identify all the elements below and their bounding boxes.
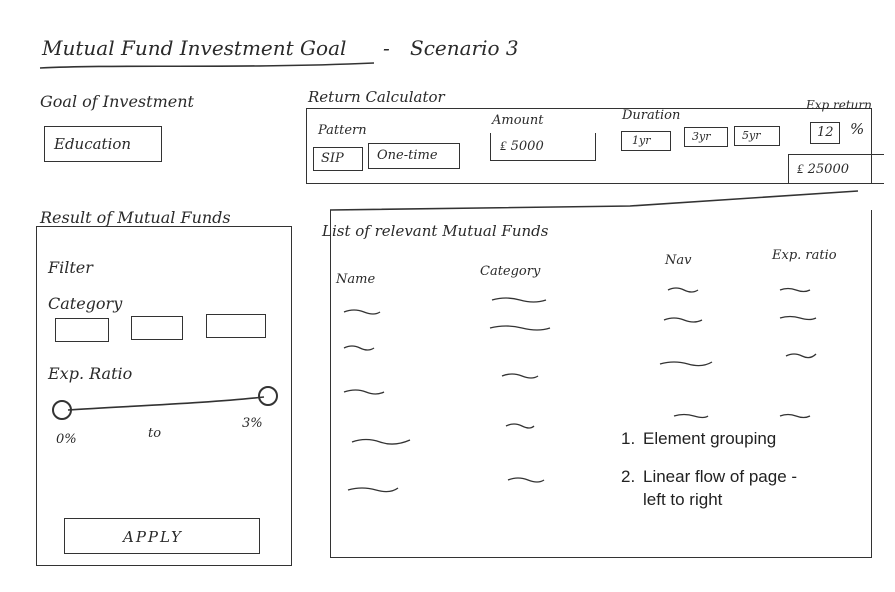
exp-return-input[interactable]: 12 (810, 122, 840, 144)
note-1-text: Element grouping (643, 429, 777, 448)
note-2: 2. Linear flow of page - (621, 466, 797, 488)
table-row (347, 487, 399, 493)
duration-label: Duration (622, 108, 681, 123)
amount-label: Amount (492, 113, 544, 128)
title-dash: - (383, 36, 390, 60)
table-row (779, 315, 817, 321)
table-row (491, 297, 547, 303)
result-value-box: ₤ 25000 (788, 154, 884, 184)
scenario-label: Scenario 3 (410, 36, 519, 60)
col-header-exp-ratio: Exp. ratio (772, 248, 837, 263)
fund-list-top-border (329, 190, 859, 211)
slider-to-label: to (148, 426, 162, 441)
table-row (785, 353, 817, 359)
pattern-sip-label: SIP (321, 151, 344, 166)
title-underline (39, 62, 375, 69)
table-row (489, 325, 551, 331)
goal-select[interactable]: Education (44, 126, 162, 162)
pattern-label: Pattern (318, 123, 367, 138)
note-2-continued: left to right (643, 489, 722, 511)
goal-value: Education (54, 135, 132, 153)
result-value: ₤ 25000 (797, 162, 849, 177)
table-row (779, 413, 811, 419)
apply-label: APPLY (123, 528, 183, 546)
exp-ratio-slider[interactable] (50, 384, 280, 420)
note-2-text-continued: left to right (643, 490, 723, 509)
pattern-onetime-button[interactable]: One-time (368, 143, 460, 169)
note-1-number: 1. (621, 429, 636, 448)
table-row (663, 317, 703, 323)
category-option-2[interactable] (131, 316, 183, 340)
table-row (673, 413, 709, 419)
pattern-onetime-label: One-time (377, 148, 438, 163)
amount-input[interactable]: ₤ 5000 (490, 133, 596, 161)
fund-list-heading: List of relevant Mutual Funds (322, 222, 549, 240)
duration-5yr-button[interactable]: 5yr (734, 126, 780, 146)
table-row (343, 309, 381, 315)
table-row (343, 345, 375, 351)
duration-5yr-label: 5yr (742, 129, 761, 142)
amount-value: ₤ 5000 (500, 139, 544, 154)
note-2-number: 2. (621, 467, 636, 486)
category-option-1[interactable] (55, 318, 109, 342)
col-header-nav: Nav (665, 253, 692, 268)
duration-3yr-label: 3yr (692, 130, 711, 143)
category-label: Category (48, 294, 123, 313)
table-row (779, 287, 811, 293)
note-2-text: Linear flow of page - (643, 467, 798, 486)
slider-max-handle[interactable] (258, 386, 278, 406)
table-row (505, 423, 535, 429)
exp-return-value: 12 (817, 125, 834, 140)
calculator-heading: Return Calculator (308, 88, 445, 106)
exp-ratio-label: Exp. Ratio (48, 364, 133, 383)
exp-return-label: Exp return (806, 98, 872, 112)
slider-min-label: 0% (56, 432, 77, 447)
slider-max-label: 3% (242, 416, 263, 431)
duration-1yr-label: 1yr (632, 134, 651, 147)
pattern-sip-button[interactable]: SIP (313, 147, 363, 171)
table-row (659, 361, 713, 367)
page-title: Mutual Fund Investment Goal (42, 36, 347, 60)
apply-button[interactable]: APPLY (64, 518, 260, 554)
duration-1yr-button[interactable]: 1yr (621, 131, 671, 151)
goal-heading: Goal of Investment (40, 92, 194, 111)
category-option-3[interactable] (206, 314, 266, 338)
duration-3yr-button[interactable]: 3yr (684, 127, 728, 147)
result-heading: Result of Mutual Funds (40, 208, 231, 227)
filter-label: Filter (48, 258, 93, 277)
exp-return-unit: % (850, 120, 865, 138)
table-row (343, 389, 385, 395)
table-row (501, 373, 539, 379)
table-row (507, 477, 545, 483)
table-row (667, 287, 699, 293)
note-1: 1. Element grouping (621, 428, 776, 450)
table-row (351, 438, 411, 445)
